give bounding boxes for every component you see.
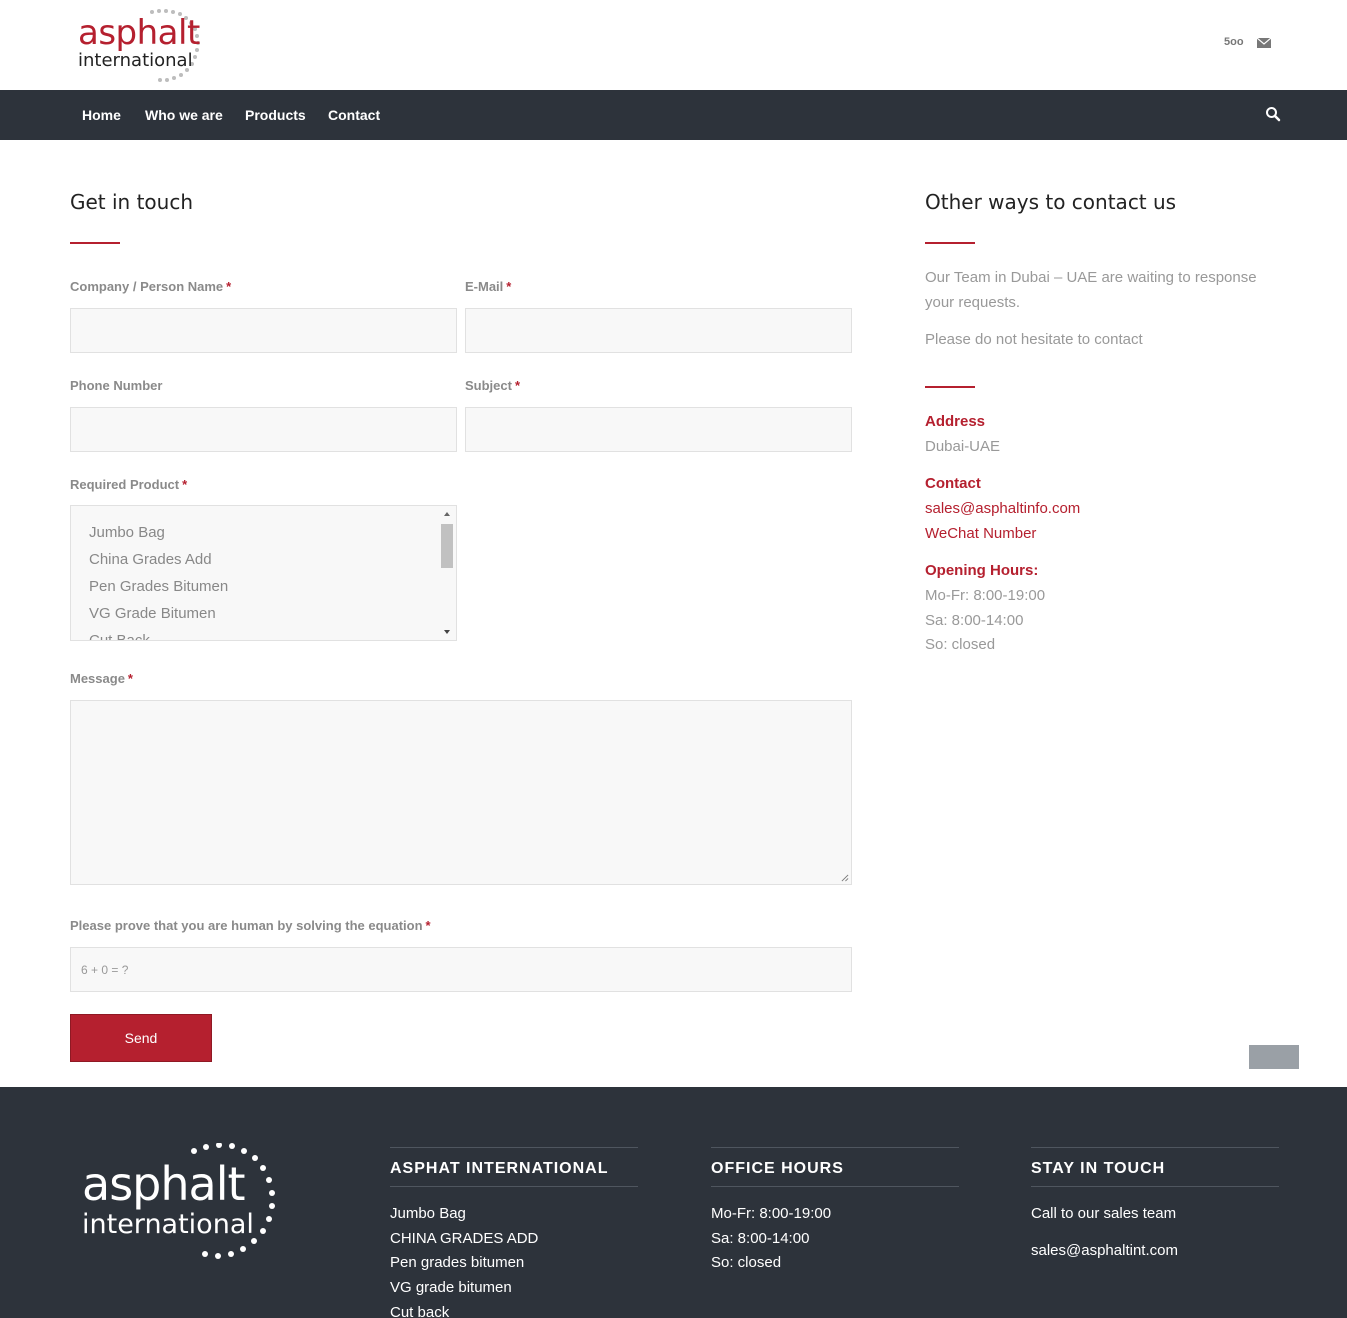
product-option[interactable]: Cut Back: [89, 632, 150, 640]
footer-divider: [390, 1186, 638, 1187]
footer-hours-sunday: So: closed: [711, 1254, 782, 1271]
captcha-placeholder: 6 + 0 = ?: [81, 963, 129, 977]
footer-divider: [1031, 1147, 1279, 1148]
footer-hours-saturday: Sa: 8:00-14:00: [711, 1230, 810, 1247]
footer-col2-title: OFFICE HOURS: [711, 1160, 844, 1177]
form-title: Get in touch: [70, 190, 194, 214]
footer-link-vg-grade[interactable]: VG grade bitumen: [390, 1279, 512, 1296]
nav-products[interactable]: Products: [245, 107, 306, 123]
footer-logo-word-2: international: [82, 1209, 254, 1240]
top-header: asphalt international 5oo: [0, 0, 1347, 90]
site-logo[interactable]: asphalt international: [78, 8, 210, 84]
listbox-scrollbar[interactable]: [439, 506, 456, 640]
product-option[interactable]: Jumbo Bag: [89, 524, 165, 541]
product-option[interactable]: Pen Grades Bitumen: [89, 578, 228, 595]
sidebar-email-link[interactable]: sales@asphaltinfo.com: [925, 500, 1080, 517]
main-nav: Home Who we are Products Contact: [0, 90, 1347, 140]
mail-icon[interactable]: [1257, 38, 1271, 48]
message-textarea[interactable]: [70, 700, 852, 885]
sidebar-intro: Our Team in Dubai – UAE are waiting to r…: [925, 269, 1257, 311]
product-option[interactable]: China Grades Add: [89, 551, 212, 568]
hours-sunday: So: closed: [925, 636, 996, 653]
email-label: E-Mail *: [465, 279, 511, 294]
scrollbar-thumb[interactable]: [441, 524, 453, 568]
footer-divider: [711, 1147, 959, 1148]
footer-email-link[interactable]: sales@asphaltint.com: [1031, 1242, 1178, 1259]
product-label: Required Product *: [70, 477, 187, 492]
email-label-text: E-Mail: [465, 279, 504, 294]
footer-call-text: Call to our sales team: [1031, 1205, 1177, 1222]
name-label-text: Company / Person Name: [70, 279, 224, 294]
sidebar-title: Other ways to contact us: [925, 190, 1177, 214]
hours-saturday: Sa: 8:00-14:00: [925, 612, 1024, 629]
subject-label: Subject *: [465, 378, 520, 393]
email-field[interactable]: [465, 308, 852, 353]
footer-link-pen-grades[interactable]: Pen grades bitumen: [390, 1254, 524, 1271]
scroll-up-arrow-icon[interactable]: [444, 512, 450, 516]
search-icon[interactable]: [1265, 106, 1281, 122]
500px-icon[interactable]: 5oo: [1224, 36, 1244, 48]
required-mark: *: [226, 279, 232, 294]
resize-handle-icon[interactable]: [841, 874, 849, 882]
address-value: Dubai-UAE: [925, 438, 1001, 455]
scroll-down-arrow-icon[interactable]: [444, 630, 450, 634]
hours-heading: Opening Hours:: [925, 562, 1039, 579]
footer-divider: [390, 1147, 638, 1148]
footer-col1-title: ASPHAT INTERNATIONAL: [390, 1160, 609, 1177]
product-label-text: Required Product: [70, 477, 180, 492]
subject-label-text: Subject: [465, 378, 512, 393]
phone-label: Phone Number: [70, 378, 162, 393]
nav-home[interactable]: Home: [82, 107, 121, 123]
footer-link-china-grades[interactable]: CHINA GRADES ADD: [390, 1230, 538, 1247]
message-label-text: Message: [70, 671, 125, 686]
footer-hours-weekday: Mo-Fr: 8:00-19:00: [711, 1205, 832, 1222]
contact-heading: Contact: [925, 475, 981, 492]
subject-field[interactable]: [465, 407, 852, 452]
sidebar-divider: [925, 386, 975, 388]
logo-word-2: international: [78, 50, 193, 71]
required-mark: *: [127, 671, 133, 686]
required-mark: *: [425, 918, 431, 933]
footer: asphalt international ASPHAT INTERNATION…: [0, 1087, 1347, 1318]
footer-link-cut-back[interactable]: Cut back: [390, 1304, 449, 1318]
captcha-field[interactable]: 6 + 0 = ?: [70, 947, 852, 992]
scroll-to-top-button[interactable]: [1249, 1045, 1299, 1069]
phone-label-text: Phone Number: [70, 378, 163, 393]
wechat-link[interactable]: WeChat Number: [925, 525, 1036, 542]
phone-field[interactable]: [70, 407, 457, 452]
sidebar-intro-2: Please do not hesitate to contact: [925, 331, 1143, 348]
message-label: Message *: [70, 671, 133, 686]
name-field[interactable]: [70, 308, 457, 353]
address-heading: Address: [925, 413, 986, 430]
hours-weekday: Mo-Fr: 8:00-19:00: [925, 587, 1046, 604]
footer-col3-title: STAY IN TOUCH: [1031, 1160, 1166, 1177]
nav-who-we-are[interactable]: Who we are: [145, 107, 223, 123]
product-select[interactable]: Jumbo Bag China Grades Add Pen Grades Bi…: [70, 505, 457, 641]
product-option[interactable]: VG Grade Bitumen: [89, 605, 216, 622]
required-mark: *: [182, 477, 188, 492]
required-mark: *: [514, 378, 521, 393]
send-button[interactable]: Send: [70, 1014, 212, 1062]
footer-link-jumbo-bag[interactable]: Jumbo Bag: [390, 1205, 466, 1222]
footer-divider: [711, 1186, 959, 1187]
title-divider: [70, 242, 120, 244]
footer-divider: [1031, 1186, 1279, 1187]
logo-word-1: asphalt: [78, 13, 200, 53]
footer-logo[interactable]: asphalt international: [82, 1143, 282, 1263]
captcha-label-text: Please prove that you are human by solvi…: [70, 918, 423, 933]
captcha-label: Please prove that you are human by solvi…: [70, 918, 431, 933]
name-label: Company / Person Name *: [70, 279, 231, 294]
required-mark: *: [506, 279, 512, 294]
nav-contact[interactable]: Contact: [328, 107, 380, 123]
sidebar-title-divider: [925, 242, 975, 244]
footer-logo-word-1: asphalt: [82, 1157, 246, 1211]
